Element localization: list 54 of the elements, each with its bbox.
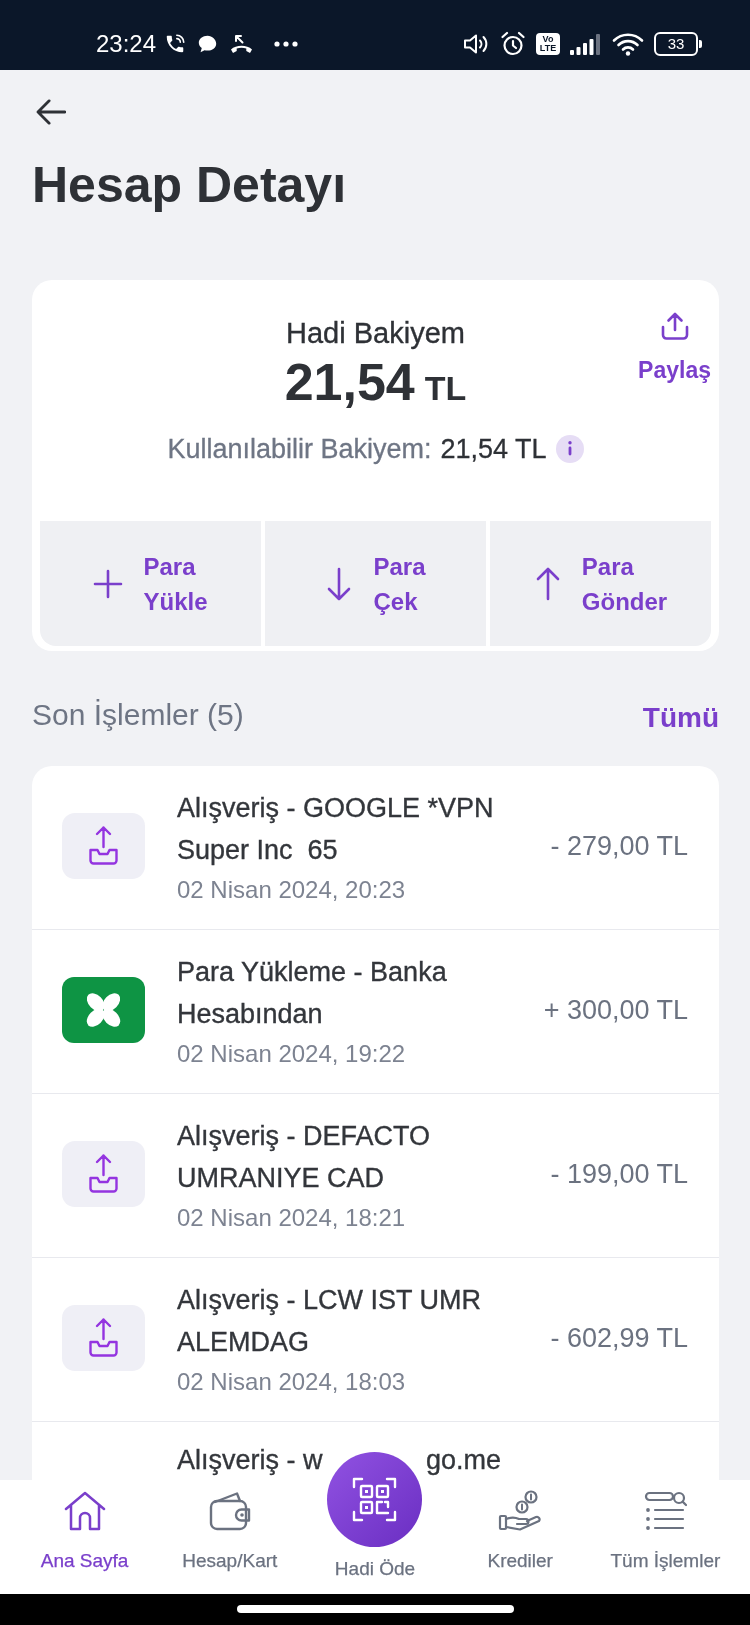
more-dots-icon	[274, 41, 299, 47]
back-arrow-icon	[36, 99, 66, 125]
upload-icon	[62, 813, 145, 879]
transaction-title: Alışveriş - DEFACTO UMRANIYE CAD	[177, 1120, 432, 1195]
transaction-amount: + 300,00 TL	[543, 994, 688, 1027]
account-card-tab[interactable]: Hesap/Kart	[157, 1480, 303, 1594]
upload-icon	[62, 1305, 145, 1371]
transaction-title: go.me	[426, 1445, 502, 1476]
wallet-icon	[207, 1490, 252, 1532]
wifi-call-icon	[164, 33, 187, 55]
share-icon	[659, 311, 690, 341]
transaction-title: Alışveriş - w	[177, 1445, 323, 1476]
transaction-date: 02 Nisan 2024, 20:23	[177, 875, 407, 905]
home-tab[interactable]: Ana Sayfa	[12, 1480, 158, 1594]
transaction-date: 02 Nisan 2024, 19:22	[177, 1039, 407, 1069]
balance-title: Hadi Bakiyem	[285, 316, 466, 350]
transaction-title: Alışveriş - LCW IST UMR ALEMDAG	[177, 1284, 482, 1359]
available-balance-amount: 21,54 TL	[440, 433, 547, 466]
hand-coins-icon	[498, 1490, 543, 1532]
balance-currency: TL	[424, 368, 467, 409]
balance-amount: 21,54	[284, 354, 415, 410]
signal-icon	[570, 33, 602, 55]
plus-icon	[93, 568, 124, 599]
info-icon[interactable]	[555, 435, 584, 463]
transaction-date: 02 Nisan 2024, 18:21	[177, 1203, 407, 1233]
transaction-title: Para Yükleme - Banka Hesabından	[177, 956, 448, 1031]
transaction-amount: - 199,00 TL	[550, 1158, 688, 1191]
network-badge: Vo LTE	[536, 33, 560, 55]
send-money-button[interactable]: Para Gönder	[490, 521, 711, 646]
chat-bubble-icon	[197, 34, 219, 54]
page-title: Hesap Detayı	[32, 156, 348, 215]
speaker-icon	[462, 32, 490, 56]
clover-icon	[62, 977, 145, 1043]
share-button[interactable]: Paylaş	[638, 311, 711, 384]
all-transactions-tab[interactable]: Tüm İşlemler	[592, 1480, 738, 1594]
upload-icon	[62, 1141, 145, 1207]
add-money-button[interactable]: Para Yükle	[40, 521, 261, 646]
withdraw-money-button[interactable]: Para Çek	[265, 521, 486, 646]
alarm-clock-icon	[500, 31, 526, 57]
available-balance-label: Kullanılabilir Bakiyem:	[167, 433, 432, 466]
section-title: Son İşlemler (5)	[32, 697, 244, 733]
transaction-amount: - 279,00 TL	[550, 830, 688, 863]
transaction-amount: - 602,99 TL	[550, 1322, 688, 1355]
qr-pay-tab[interactable]: Hadi Öde	[327, 1452, 423, 1581]
wifi-icon	[612, 32, 644, 56]
see-all-link[interactable]: Tümü	[642, 700, 719, 736]
transaction-title: Alışveriş - GOOGLE *VPN Super Inc 65	[177, 792, 495, 867]
home-icon	[62, 1490, 107, 1532]
missed-call-icon	[229, 33, 255, 55]
battery-indicator: 33	[654, 32, 702, 56]
list-search-icon	[643, 1490, 688, 1532]
transaction-date: 02 Nisan 2024, 18:03	[177, 1367, 407, 1397]
loans-tab[interactable]: Krediler	[447, 1480, 593, 1594]
status-time: 23:24	[96, 29, 157, 59]
